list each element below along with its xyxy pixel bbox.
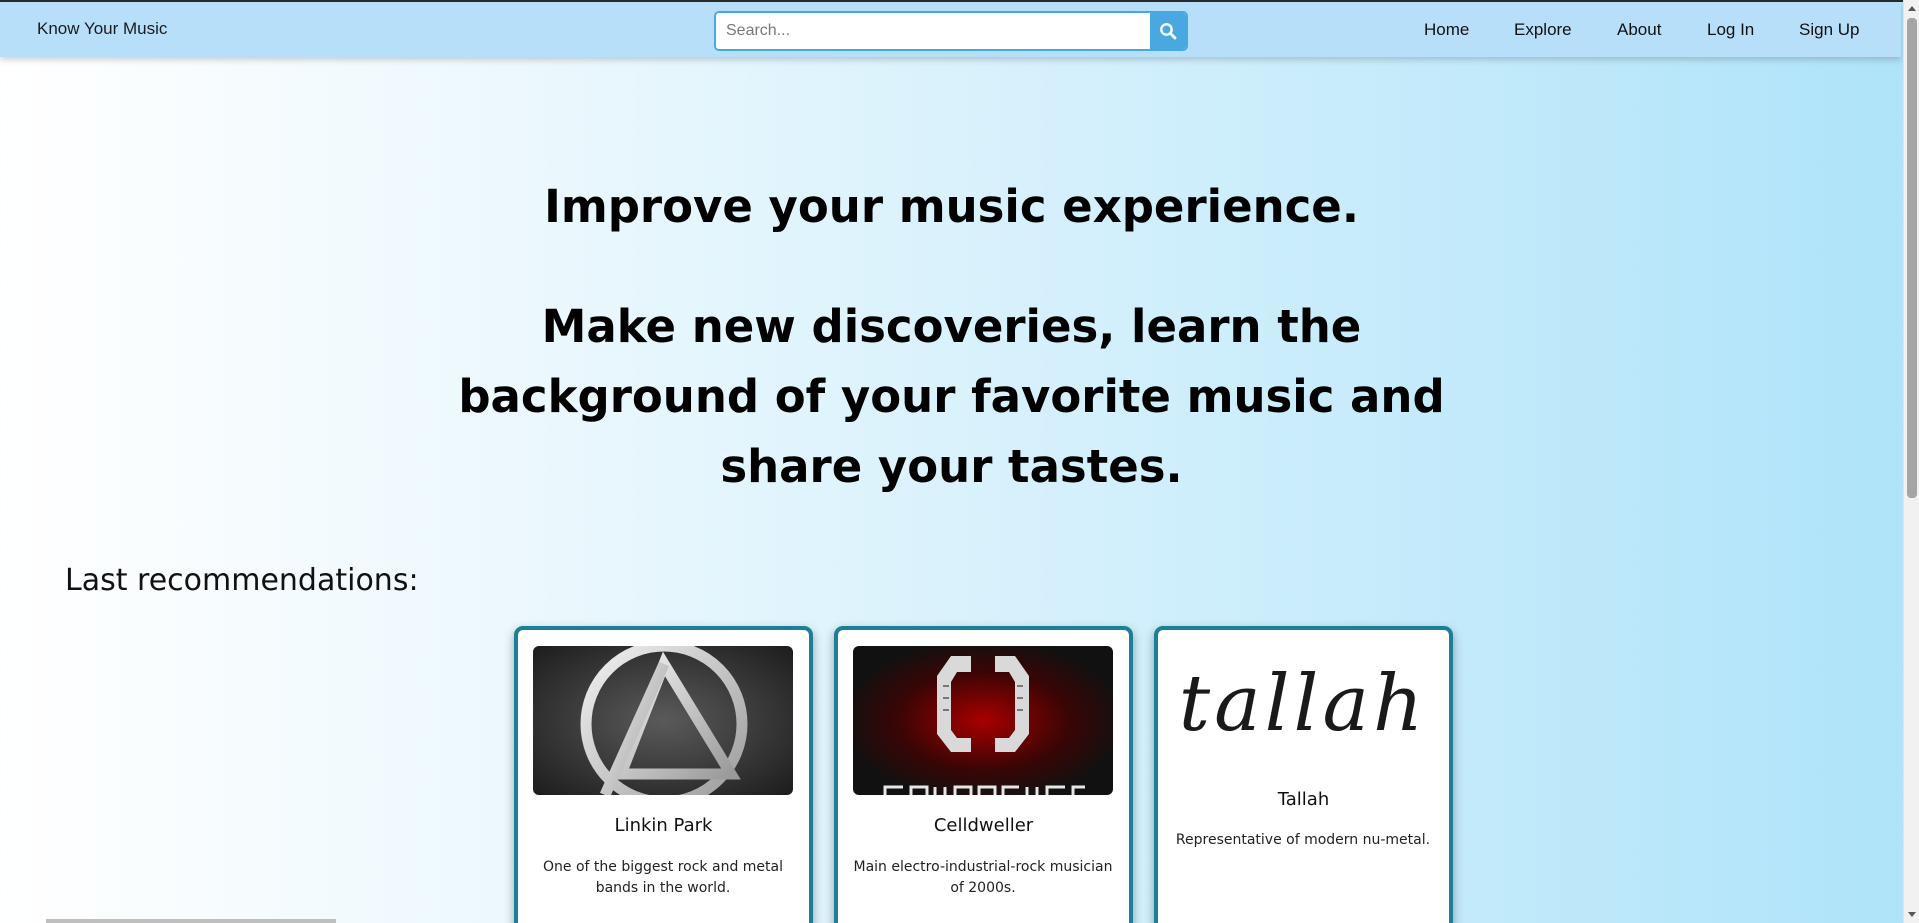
navbar: Know Your Music Home Explore About Log I…	[0, 2, 1901, 57]
search-bar	[714, 11, 1188, 51]
card-title: Linkin Park	[614, 815, 713, 836]
horizontal-scrollbar-thumb[interactable]	[46, 919, 336, 923]
scrollbar-thumb[interactable]	[1907, 18, 1917, 498]
nav-login[interactable]: Log In	[1707, 20, 1754, 40]
celldweller-logo-image	[853, 646, 1113, 795]
card-description: Main electro-industrial-rock musician of…	[853, 859, 1113, 896]
nav-about[interactable]: About	[1617, 20, 1661, 40]
recommendation-card-tallah[interactable]: tallah Tallah Representative of modern n…	[1154, 626, 1453, 923]
nav-signup[interactable]: Sign Up	[1799, 20, 1859, 40]
nav-home[interactable]: Home	[1424, 20, 1469, 40]
recommendation-card-linkin-park[interactable]: Linkin Park One of the biggest rock and …	[514, 626, 813, 923]
card-description: One of the biggest rock and metal bands …	[543, 859, 783, 896]
linkin-park-logo-image	[533, 646, 793, 795]
card-title: Celldweller	[933, 815, 1034, 836]
recommendations-heading: Last recommendations:	[65, 563, 419, 598]
search-input[interactable]	[716, 13, 1150, 49]
tallah-logo-image: tallah	[1173, 644, 1433, 762]
scroll-up-arrow-icon[interactable]	[1908, 6, 1916, 11]
scrollbar[interactable]	[1903, 0, 1919, 923]
recommendation-card-celldweller[interactable]: Celldweller Main electro-industrial-rock…	[834, 626, 1133, 923]
brand-link[interactable]: Know Your Music	[37, 19, 167, 39]
nav-explore[interactable]: Explore	[1514, 20, 1572, 40]
card-description: Representative of modern nu-metal.	[1175, 832, 1431, 848]
tallah-logo-text: tallah	[1179, 659, 1427, 749]
scroll-down-arrow-icon[interactable]	[1908, 912, 1916, 917]
hero-subheadline: Make new discoveries, learn the backgrou…	[458, 300, 1445, 493]
card-title: Tallah	[1277, 789, 1330, 810]
hero-headline: Improve your music experience.	[544, 180, 1359, 233]
search-button[interactable]	[1150, 13, 1186, 49]
search-icon	[1160, 23, 1177, 40]
